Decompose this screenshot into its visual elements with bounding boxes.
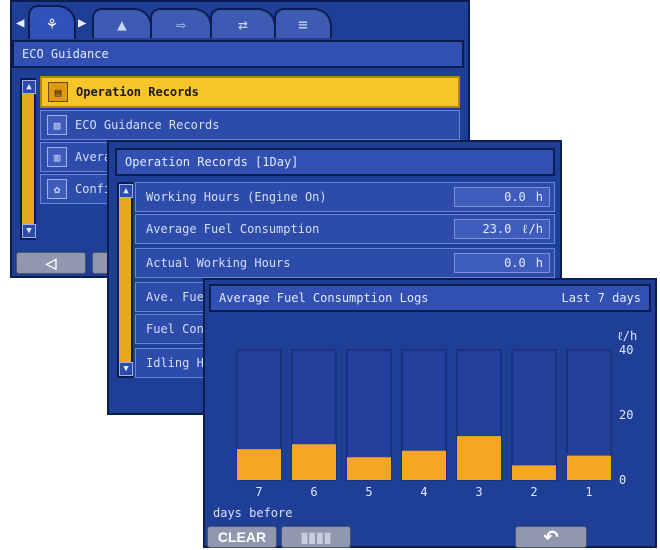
- y-tick-label: 20: [619, 408, 633, 422]
- bar-3: [457, 436, 501, 480]
- scroll-down-icon[interactable]: ▼: [119, 362, 133, 376]
- record-label: Working Hours (Engine On): [146, 190, 327, 204]
- eco-records-icon: ▧: [47, 115, 67, 135]
- record-value-box: 0.0 h: [454, 187, 550, 207]
- bar-7: [237, 449, 281, 480]
- page-title: ECO Guidance: [22, 47, 109, 61]
- record-unit: h: [535, 190, 543, 204]
- tab-list[interactable]: ≡: [274, 8, 332, 38]
- scrollbar[interactable]: ▲ ▼: [117, 182, 133, 378]
- panel-title-bar: Operation Records [1Day]: [115, 148, 555, 176]
- record-row: Working Hours (Engine On) 0.0 h: [135, 182, 555, 212]
- x-tick-label: 6: [310, 485, 317, 499]
- fuel-logs-panel: Average Fuel Consumption Logs Last 7 day…: [203, 278, 657, 548]
- record-value: 0.0: [504, 190, 526, 204]
- record-unit: h: [535, 256, 543, 270]
- panel-title-bar: Average Fuel Consumption Logs Last 7 day…: [209, 284, 651, 312]
- page-title: Operation Records [1Day]: [125, 155, 299, 169]
- menu-item-operation-records[interactable]: ▤ Operation Records: [40, 76, 460, 108]
- tab-machine[interactable]: ▲: [92, 8, 152, 38]
- return-arrow-icon: ↶: [543, 526, 559, 547]
- average-icon: ▥: [47, 147, 67, 167]
- record-label: Average Fuel Consumption: [146, 222, 320, 236]
- bar-6: [292, 444, 336, 480]
- y-tick-label: 40: [619, 343, 633, 357]
- back-button[interactable]: ◁: [16, 252, 86, 274]
- x-tick-label: 4: [420, 485, 427, 499]
- list-icon: ≡: [298, 14, 308, 34]
- back-arrow-icon: ◁: [45, 254, 57, 271]
- chart-view-button[interactable]: ▮▮▮▮: [281, 526, 351, 548]
- bar-track: [511, 349, 557, 481]
- x-tick-label: 3: [475, 485, 482, 499]
- work-machine-icon: ▲: [117, 14, 127, 34]
- record-row: Average Fuel Consumption 23.0 ℓ/h: [135, 214, 555, 244]
- fuel-chart-area: 7 6 5 4 3 2 1 0 20 40 ℓ/h: [209, 314, 651, 524]
- page-title: Average Fuel Consumption Logs: [219, 291, 429, 305]
- tab-swap[interactable]: ⇄: [210, 8, 276, 38]
- x-tick-label: 7: [255, 485, 262, 499]
- menu-item-label: Confi: [75, 182, 112, 196]
- bar-4: [402, 450, 446, 480]
- clear-button[interactable]: CLEAR: [207, 526, 277, 548]
- tab-left-arrow-icon[interactable]: ◀: [16, 15, 24, 31]
- tab-forward[interactable]: ⇨: [150, 8, 212, 38]
- x-tick-label: 2: [530, 485, 537, 499]
- y-tick-label: 0: [619, 473, 626, 487]
- tab-bar: ◀ ⚘ ▶ ▲ ⇨ ⇄ ≡: [12, 2, 468, 40]
- clear-label: CLEAR: [217, 529, 267, 545]
- menu-item-label: Operation Records: [76, 85, 199, 99]
- scrollbar[interactable]: ▲ ▼: [20, 78, 36, 240]
- record-label: Actual Working Hours: [146, 256, 291, 270]
- return-button[interactable]: ↶: [515, 526, 587, 548]
- record-row: Actual Working Hours 0.0 h: [135, 248, 555, 278]
- leaf-icon: ⚘: [47, 13, 57, 33]
- y-axis-unit: ℓ/h: [617, 329, 637, 343]
- bar-1: [567, 455, 611, 480]
- x-axis-note: days before: [213, 506, 293, 520]
- record-value-box: 23.0 ℓ/h: [454, 219, 550, 239]
- scroll-up-icon[interactable]: ▲: [119, 184, 133, 198]
- scroll-down-icon[interactable]: ▼: [22, 224, 36, 238]
- menu-item-label: ECO Guidance Records: [75, 118, 220, 132]
- x-tick-label: 5: [365, 485, 372, 499]
- arrow-right-icon: ⇨: [176, 14, 186, 34]
- tab-eco[interactable]: ⚘: [28, 5, 76, 39]
- tab-right-arrow-icon[interactable]: ▶: [78, 15, 86, 31]
- records-icon: ▤: [48, 82, 68, 102]
- period-label: Last 7 days: [561, 291, 641, 305]
- scroll-up-icon[interactable]: ▲: [22, 80, 36, 94]
- record-unit: ℓ/h: [521, 221, 543, 236]
- swap-arrows-icon: ⇄: [238, 14, 248, 34]
- menu-item-label: Avera: [75, 150, 112, 164]
- config-icon: ✿: [47, 179, 67, 199]
- panel-title-bar: ECO Guidance: [12, 40, 464, 68]
- record-value: 0.0: [504, 256, 526, 270]
- menu-item-eco-guidance-records[interactable]: ▧ ECO Guidance Records: [40, 110, 460, 140]
- bar-5: [347, 457, 391, 480]
- bar-chart-icon: ▮▮▮▮: [300, 528, 332, 545]
- record-value-box: 0.0 h: [454, 253, 550, 273]
- record-value: 23.0: [482, 222, 512, 236]
- fuel-consumption-chart: 7 6 5 4 3 2 1 0 20 40ℓ/h: [236, 329, 637, 499]
- bar-2: [512, 465, 556, 480]
- x-tick-label: 1: [585, 485, 592, 499]
